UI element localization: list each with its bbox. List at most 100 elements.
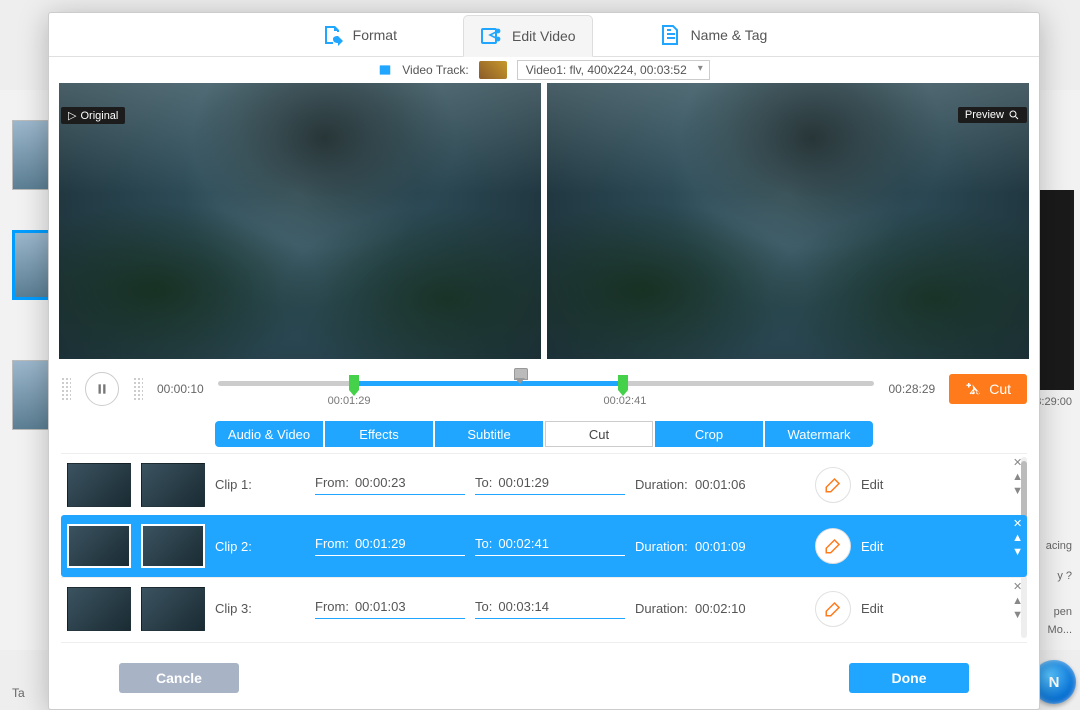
from-value[interactable]: 00:00:23 — [355, 475, 406, 490]
clip-name: Clip 2: — [215, 539, 305, 554]
bg-right-item-2: pen — [1054, 606, 1072, 618]
current-time: 00:00:10 — [157, 382, 204, 396]
edit-tab-watermark[interactable]: Watermark — [765, 421, 873, 447]
tab-format[interactable]: Format — [305, 14, 413, 56]
clip-edit-button[interactable] — [815, 528, 851, 564]
pause-icon — [95, 382, 109, 396]
bg-right-preview — [1038, 190, 1074, 390]
to-label: To: — [475, 475, 492, 490]
result-preview-pane[interactable] — [547, 83, 1029, 359]
scissors-plus-icon — [965, 380, 983, 398]
to-label: To: — [475, 599, 492, 614]
clip-thumb-a — [67, 524, 131, 568]
preview-badge[interactable]: Preview — [958, 107, 1027, 123]
duration-value: 00:01:09 — [695, 539, 746, 554]
magnify-icon — [1008, 109, 1020, 121]
timeline-track[interactable]: 00:01:29 00:02:41 — [218, 371, 875, 407]
tab-name-tag-label: Name & Tag — [691, 27, 768, 43]
clip-edit-label: Edit — [861, 539, 897, 554]
preview-label: Preview — [965, 109, 1004, 121]
tab-edit-video[interactable]: Edit Video — [463, 15, 593, 57]
grip-left[interactable] — [61, 377, 71, 401]
clip-to-field: To: 00:03:14 — [475, 599, 625, 619]
clip-duration: Duration: 00:01:06 — [635, 477, 805, 492]
original-preview-pane[interactable] — [59, 83, 541, 359]
clip-move-down-icon[interactable]: ▼ — [1012, 547, 1023, 557]
clip-move-up-icon[interactable]: ▲ — [1012, 596, 1023, 606]
bg-bottom-label: Ta — [12, 686, 52, 700]
clip-to-field: To: 00:01:29 — [475, 475, 625, 495]
done-button[interactable]: Done — [849, 663, 969, 693]
format-icon — [321, 23, 345, 47]
video-track-label: Video Track: — [402, 63, 468, 77]
clip-from-field: From: 00:00:23 — [315, 475, 465, 495]
play-small-icon: ▷ — [68, 109, 76, 122]
timeline-row: 00:00:10 00:01:29 00:02:41 00:28:29 Cut — [49, 359, 1039, 419]
to-value[interactable]: 00:03:14 — [498, 599, 549, 614]
tab-edit-video-label: Edit Video — [512, 28, 576, 44]
edit-tab-subtitle[interactable]: Subtitle — [435, 421, 543, 447]
in-handle[interactable] — [349, 375, 359, 390]
clip-thumb-b — [141, 587, 205, 631]
duration-label: Duration: — [635, 601, 688, 616]
track-selection — [349, 381, 625, 386]
clip-duration: Duration: 00:02:10 — [635, 601, 805, 616]
out-handle[interactable] — [618, 375, 628, 390]
clip-row[interactable]: Clip 1: From: 00:00:23 To: 00:01:29 Dura… — [61, 453, 1027, 515]
clip-close-icon[interactable]: ✕ — [1013, 582, 1022, 592]
edit-tab-crop[interactable]: Crop — [655, 421, 763, 447]
grip-right[interactable] — [133, 377, 143, 401]
cut-button[interactable]: Cut — [949, 374, 1027, 404]
video-track-select[interactable]: Video1: flv, 400x224, 00:03:52 — [517, 60, 710, 80]
clip-edit-label: Edit — [861, 601, 897, 616]
to-value[interactable]: 00:01:29 — [498, 475, 549, 490]
clip-move-down-icon[interactable]: ▼ — [1012, 610, 1023, 620]
cut-button-label: Cut — [989, 381, 1011, 397]
film-icon — [378, 63, 392, 77]
play-pause-button[interactable] — [85, 372, 119, 406]
clip-row-controls: ✕ ▲ ▼ — [1012, 458, 1023, 496]
clip-thumb-b — [141, 524, 205, 568]
edit-tab-audio-video[interactable]: Audio & Video — [215, 421, 323, 447]
edit-tab-cut[interactable]: Cut — [545, 421, 653, 447]
cancel-button[interactable]: Cancle — [119, 663, 239, 693]
clip-name: Clip 1: — [215, 477, 305, 492]
clip-row-controls: ✕ ▲ ▼ — [1012, 582, 1023, 620]
clip-close-icon[interactable]: ✕ — [1013, 458, 1022, 468]
tab-format-label: Format — [353, 27, 397, 43]
clip-close-icon[interactable]: ✕ — [1013, 519, 1022, 529]
from-label: From: — [315, 536, 349, 551]
bg-right-item-1: y ? — [1057, 570, 1072, 582]
out-time-label: 00:02:41 — [603, 395, 646, 407]
in-time-label: 00:01:29 — [328, 395, 371, 407]
bg-right-item-3: Mo... — [1048, 624, 1072, 636]
clip-duration: Duration: 00:01:09 — [635, 539, 805, 554]
clip-thumb-b — [141, 463, 205, 507]
clip-move-down-icon[interactable]: ▼ — [1012, 486, 1023, 496]
clip-thumb-a — [67, 587, 131, 631]
clip-edit-button[interactable] — [815, 467, 851, 503]
from-value[interactable]: 00:01:29 — [355, 536, 406, 551]
edit-tab-effects[interactable]: Effects — [325, 421, 433, 447]
dialog-tabs: Format Edit Video Name & Tag — [49, 13, 1039, 57]
video-track-value: Video1: flv, 400x224, 00:03:52 — [526, 63, 687, 77]
original-badge: ▷ Original — [61, 107, 125, 124]
from-value[interactable]: 00:01:03 — [355, 599, 406, 614]
original-label: Original — [80, 110, 118, 122]
pencil-icon — [824, 600, 842, 618]
from-label: From: — [315, 475, 349, 490]
clip-edit-label: Edit — [861, 477, 897, 492]
clip-thumb-a — [67, 463, 131, 507]
clip-row[interactable]: Clip 3: From: 00:01:03 To: 00:03:14 Dura… — [61, 577, 1027, 639]
clip-name: Clip 3: — [215, 601, 305, 616]
track-thumbnail — [479, 61, 507, 79]
playhead[interactable] — [514, 368, 526, 380]
clip-move-up-icon[interactable]: ▲ — [1012, 533, 1023, 543]
tab-name-tag[interactable]: Name & Tag — [643, 14, 784, 56]
clip-row[interactable]: Clip 2: From: 00:01:29 To: 00:02:41 Dura… — [61, 515, 1027, 577]
duration-value: 00:01:06 — [695, 477, 746, 492]
clip-move-up-icon[interactable]: ▲ — [1012, 472, 1023, 482]
clip-edit-button[interactable] — [815, 591, 851, 627]
to-value[interactable]: 00:02:41 — [498, 536, 549, 551]
to-label: To: — [475, 536, 492, 551]
